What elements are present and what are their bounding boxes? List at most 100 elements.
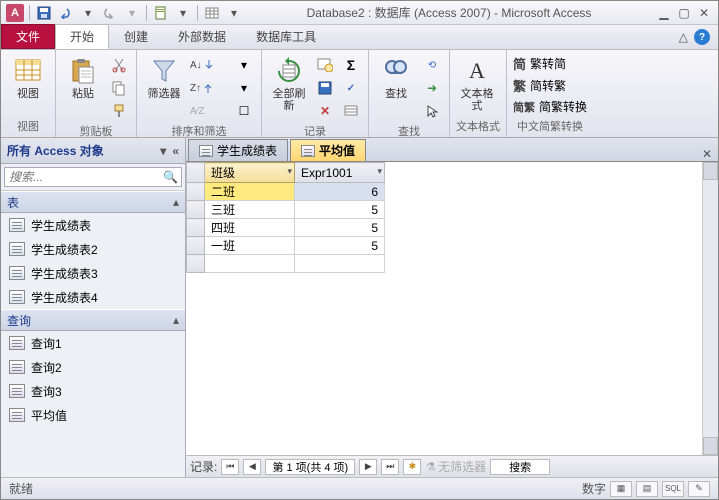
table-row-new[interactable] <box>187 255 385 273</box>
doc-tab[interactable]: 平均值 <box>290 139 366 161</box>
record-search-input[interactable] <box>490 459 550 475</box>
cell[interactable]: 6 <box>295 183 385 201</box>
simp-to-trad-button[interactable]: 繁简转繁 <box>513 76 587 95</box>
minimize-button[interactable]: ▁ <box>656 6 672 20</box>
redo-dropdown-icon[interactable]: ▾ <box>122 3 142 23</box>
nav-item-table[interactable]: 学生成绩表4 <box>1 285 185 309</box>
collapse-icon[interactable]: ▴ <box>173 195 179 209</box>
selection-filter-icon[interactable]: ▾ <box>233 54 255 76</box>
navpane-header[interactable]: 所有 Access 对象 ▾ « <box>1 138 185 164</box>
cell[interactable]: 5 <box>295 219 385 237</box>
goto-icon[interactable]: ➜ <box>421 77 443 99</box>
more-records-icon[interactable] <box>340 100 362 122</box>
format-painter-icon[interactable] <box>108 100 130 122</box>
first-record-button[interactable]: ⏮ <box>221 459 239 475</box>
tab-file[interactable]: 文件 <box>1 24 55 49</box>
new-record-icon[interactable] <box>314 54 336 76</box>
qat-doc-icon[interactable] <box>151 3 171 23</box>
nav-item-table[interactable]: 学生成绩表2 <box>1 237 185 261</box>
datasheet[interactable]: 班级▾ Expr1001▾ 二班6 三班5 四班5 一班5 <box>186 162 718 455</box>
select-icon[interactable] <box>421 100 443 122</box>
nav-item-query[interactable]: 平均值 <box>1 403 185 427</box>
tab-dbtools[interactable]: 数据库工具 <box>241 24 331 49</box>
cell[interactable]: 四班 <box>205 219 295 237</box>
redo-icon[interactable] <box>100 3 120 23</box>
doc-tab[interactable]: 学生成绩表 <box>188 139 288 161</box>
toggle-filter-icon[interactable]: ☐ <box>233 100 255 122</box>
qat-customize-icon[interactable]: ▾ <box>224 3 244 23</box>
column-dropdown-icon[interactable]: ▾ <box>377 166 382 177</box>
paste-button[interactable]: 粘贴 <box>62 54 104 102</box>
record-position-input[interactable] <box>265 459 355 475</box>
close-tab-icon[interactable]: ✕ <box>696 147 718 161</box>
tab-external[interactable]: 外部数据 <box>163 24 241 49</box>
view-datasheet-icon[interactable]: ▦ <box>610 481 632 497</box>
cell[interactable]: 一班 <box>205 237 295 255</box>
help-icon[interactable]: ? <box>694 29 710 45</box>
prev-record-button[interactable]: ◀ <box>243 459 261 475</box>
row-selector[interactable] <box>187 237 205 255</box>
nav-item-table[interactable]: 学生成绩表3 <box>1 261 185 285</box>
collapse-icon[interactable]: ▴ <box>173 313 179 327</box>
column-header[interactable]: 班级▾ <box>205 163 295 183</box>
table-row[interactable]: 二班6 <box>187 183 385 201</box>
search-icon[interactable]: 🔍 <box>163 170 178 184</box>
view-button[interactable]: 视图 <box>7 54 49 102</box>
row-selector[interactable] <box>187 201 205 219</box>
text-format-button[interactable]: A 文本格式 <box>456 54 498 114</box>
clear-sort-icon[interactable]: A⁄Z <box>189 100 229 122</box>
navpane-collapse-icon[interactable]: « <box>172 144 179 158</box>
new-record-button[interactable]: ✱ <box>403 459 421 475</box>
replace-icon[interactable]: ⟲ <box>421 54 443 76</box>
nav-category-tables[interactable]: 表 ▴ <box>1 191 185 213</box>
filter-button[interactable]: 筛选器 <box>143 54 185 102</box>
table-row[interactable]: 一班5 <box>187 237 385 255</box>
tab-home[interactable]: 开始 <box>55 24 109 49</box>
sort-asc-icon[interactable]: A↓ <box>189 54 229 76</box>
delete-record-icon[interactable]: ✕ <box>314 100 336 122</box>
nav-category-queries[interactable]: 查询 ▴ <box>1 309 185 331</box>
column-dropdown-icon[interactable]: ▾ <box>287 166 292 177</box>
qat-grid-icon[interactable] <box>202 3 222 23</box>
nav-item-table[interactable]: 学生成绩表 <box>1 213 185 237</box>
close-button[interactable]: ✕ <box>696 6 712 20</box>
vertical-scrollbar[interactable] <box>702 162 718 455</box>
undo-icon[interactable] <box>56 3 76 23</box>
chinese-convert-button[interactable]: 简繁简繁转换 <box>513 98 587 115</box>
spelling-icon[interactable]: ✓ <box>340 77 362 99</box>
nav-item-query[interactable]: 查询3 <box>1 379 185 403</box>
app-icon[interactable]: A <box>5 3 25 23</box>
row-selector[interactable] <box>187 183 205 201</box>
view-design-icon[interactable]: ✎ <box>688 481 710 497</box>
cell[interactable]: 5 <box>295 201 385 219</box>
refresh-all-button[interactable]: 全部刷新 <box>268 54 310 114</box>
cell[interactable] <box>205 255 295 273</box>
last-record-button[interactable]: ⏭ <box>381 459 399 475</box>
view-sql-icon[interactable]: SQL <box>662 481 684 497</box>
nav-item-query[interactable]: 查询2 <box>1 355 185 379</box>
view-form-icon[interactable]: ▤ <box>636 481 658 497</box>
trad-to-simp-button[interactable]: 简繁转简 <box>513 54 587 73</box>
find-button[interactable]: 查找 <box>375 54 417 102</box>
row-selector[interactable] <box>187 219 205 237</box>
cell[interactable]: 三班 <box>205 201 295 219</box>
ribbon-minimize-icon[interactable]: △ <box>679 30 688 44</box>
cell[interactable] <box>295 255 385 273</box>
maximize-button[interactable]: ▢ <box>676 6 692 20</box>
select-all-cell[interactable] <box>187 163 205 183</box>
advanced-filter-icon[interactable]: ▾ <box>233 77 255 99</box>
navpane-dropdown-icon[interactable]: ▾ <box>160 144 166 158</box>
search-input[interactable] <box>4 167 182 187</box>
cell[interactable]: 二班 <box>205 183 295 201</box>
undo-dropdown-icon[interactable]: ▾ <box>78 3 98 23</box>
table-row[interactable]: 三班5 <box>187 201 385 219</box>
cell[interactable]: 5 <box>295 237 385 255</box>
save-record-icon[interactable] <box>314 77 336 99</box>
save-icon[interactable] <box>34 3 54 23</box>
row-selector[interactable] <box>187 255 205 273</box>
sort-desc-icon[interactable]: Z↑ <box>189 77 229 99</box>
column-header[interactable]: Expr1001▾ <box>295 163 385 183</box>
cut-icon[interactable] <box>108 54 130 76</box>
copy-icon[interactable] <box>108 77 130 99</box>
nav-item-query[interactable]: 查询1 <box>1 331 185 355</box>
